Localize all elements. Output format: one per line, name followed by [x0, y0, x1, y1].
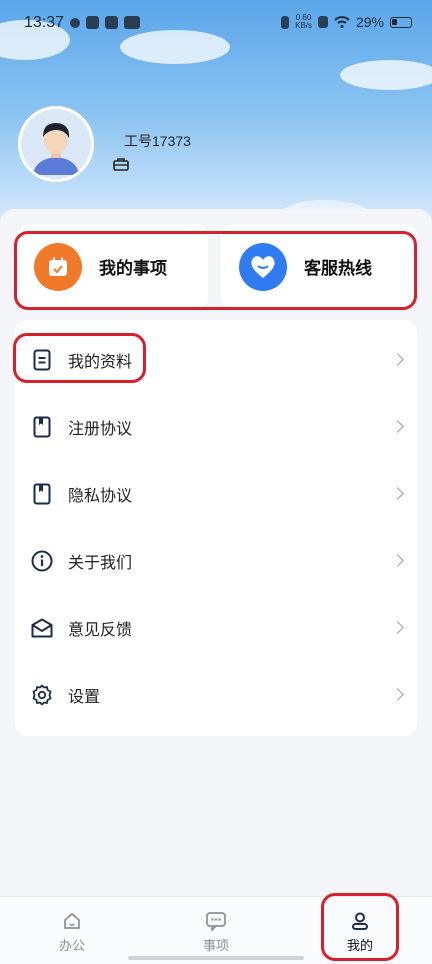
chevron-right-icon [391, 353, 404, 366]
status-right-icons: 0.60 KB/s 29% [281, 14, 412, 30]
highlight-quick-actions [14, 231, 417, 310]
tiktok-icon [105, 16, 118, 29]
sim-icon [317, 16, 328, 28]
battery-icon [390, 16, 412, 28]
app-icon [124, 16, 140, 29]
menu-item-feedback[interactable]: 意见反馈 [15, 594, 417, 661]
menu-item-label: 注册协议 [68, 420, 133, 438]
chevron-right-icon [391, 554, 404, 567]
user-avatar[interactable] [18, 106, 94, 182]
battery-percent: 29% [355, 14, 384, 30]
status-bar: 13:37 0.60 KB/s 29% [0, 0, 432, 48]
status-notification-icons [70, 16, 140, 29]
menu-item-label: 意见反馈 [68, 621, 133, 639]
mail-icon [31, 617, 53, 639]
tab-label: 事项 [202, 938, 229, 953]
cloud-decoration [340, 60, 432, 90]
chevron-right-icon [391, 688, 404, 701]
net-speed: 0.60 KB/s [295, 14, 312, 30]
menu-item-settings[interactable]: 设置 [15, 661, 417, 728]
net-speed-unit: KB/s [295, 21, 312, 30]
wifi-icon [334, 16, 350, 28]
highlight-my-profile [13, 333, 146, 383]
menu-item-registration-agreement[interactable]: 注册协议 [15, 393, 417, 460]
notification-icon [70, 17, 80, 28]
tab-items[interactable]: 事项 [144, 897, 288, 964]
menu-item-label: 关于我们 [68, 554, 133, 572]
briefcase-icon [113, 157, 129, 176]
info-icon [31, 550, 53, 572]
chevron-right-icon [391, 487, 404, 500]
highlight-tab-mine [321, 893, 399, 961]
menu-item-about-us[interactable]: 关于我们 [15, 527, 417, 594]
person-avatar-icon [21, 109, 91, 179]
chat-icon [206, 912, 226, 931]
book-icon [31, 483, 53, 505]
home-indicator [128, 956, 304, 960]
app-icon [86, 16, 99, 29]
home-icon [64, 913, 80, 929]
tab-label: 办公 [58, 938, 85, 953]
menu-item-label: 设置 [68, 688, 101, 706]
menu-item-privacy-agreement[interactable]: 隐私协议 [15, 460, 417, 527]
chevron-right-icon [391, 420, 404, 433]
gear-icon [31, 684, 53, 706]
tab-office[interactable]: 办公 [0, 897, 144, 964]
vibrate-icon [281, 15, 290, 29]
book-icon [31, 416, 53, 438]
chevron-right-icon [391, 621, 404, 634]
employee-id: 工号17373 [124, 133, 191, 149]
menu-item-label: 隐私协议 [68, 487, 133, 505]
status-time: 13:37 [24, 14, 65, 31]
